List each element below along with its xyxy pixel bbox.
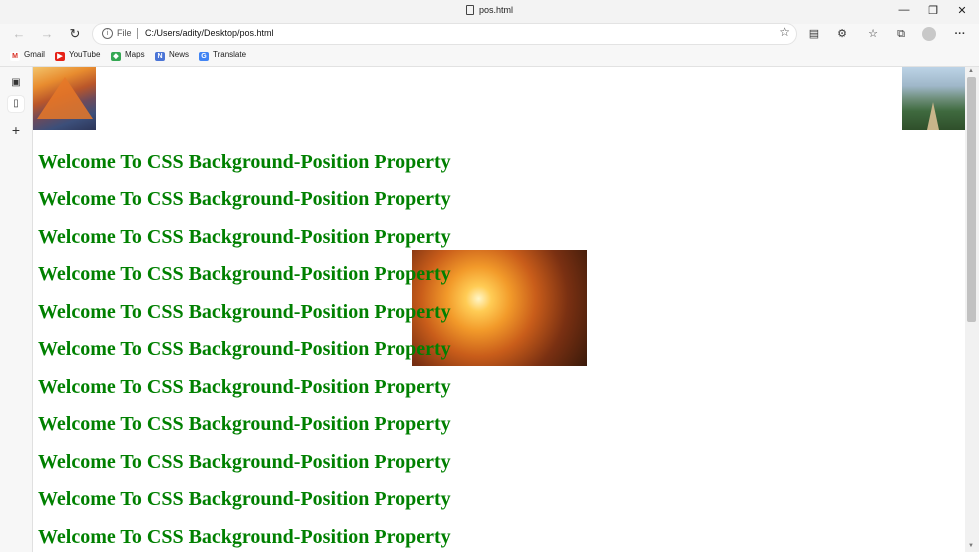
bookmark-youtube[interactable]: ▶ YouTube	[55, 50, 100, 61]
maps-icon: ◆	[111, 52, 121, 61]
url-text[interactable]: C:/Users/adity/Desktop/pos.html	[145, 28, 274, 38]
info-icon[interactable]: i	[102, 28, 113, 39]
page-heading: Welcome To CSS Background-Position Prope…	[38, 188, 451, 210]
mountain-image	[33, 67, 96, 130]
youtube-icon: ▶	[55, 52, 65, 61]
window-title: pos.html	[0, 5, 979, 15]
page-heading: Welcome To CSS Background-Position Prope…	[38, 413, 451, 435]
reading-mode-icon[interactable]: ▤	[806, 26, 822, 42]
page-heading: Welcome To CSS Background-Position Prope…	[38, 151, 451, 173]
bookmark-gmail[interactable]: M Gmail	[10, 50, 45, 61]
collections-icon[interactable]: ⧉	[893, 26, 909, 42]
document-icon	[465, 5, 474, 15]
page-heading: Welcome To CSS Background-Position Prope…	[38, 301, 451, 323]
scroll-down-arrow-icon[interactable]: ▼	[968, 543, 974, 549]
more-icon[interactable]: ···	[952, 26, 968, 42]
profile-icon[interactable]	[922, 27, 936, 41]
page-heading: Welcome To CSS Background-Position Prope…	[38, 226, 451, 248]
bookmark-news[interactable]: N News	[155, 50, 189, 61]
news-icon: N	[155, 52, 165, 61]
page-viewport: Welcome To CSS Background-Position Prope…	[33, 67, 965, 552]
tab-actions-icon[interactable]: ▣	[8, 75, 24, 91]
minimize-button[interactable]: —	[894, 4, 914, 16]
new-tab-button[interactable]: +	[8, 122, 24, 138]
page-heading: Welcome To CSS Background-Position Prope…	[38, 526, 451, 548]
page-heading: Welcome To CSS Background-Position Prope…	[38, 338, 451, 360]
forest-road-image	[902, 67, 965, 130]
current-tab-icon[interactable]: ▯	[8, 96, 24, 112]
bookmarks-bar: M Gmail ▶ YouTube ◆ Maps N News G Translate	[0, 46, 979, 67]
page-heading: Welcome To CSS Background-Position Prope…	[38, 376, 451, 398]
extensions-icon[interactable]: ⚙	[834, 26, 850, 42]
title-bar: pos.html — ❐ ✕	[0, 0, 979, 24]
scrollbar-thumb[interactable]	[967, 77, 976, 322]
add-favorite-icon[interactable]: ☆	[779, 25, 790, 39]
bookmark-maps[interactable]: ◆ Maps	[111, 50, 145, 61]
scheme-label: File	[117, 28, 132, 38]
maximize-button[interactable]: ❐	[923, 4, 943, 17]
vertical-tabs-sidebar: ▣ ▯ +	[0, 67, 33, 552]
address-divider	[137, 28, 138, 39]
page-heading: Welcome To CSS Background-Position Prope…	[38, 451, 451, 473]
vertical-scrollbar[interactable]: ▲ ▼	[965, 67, 979, 552]
address-bar[interactable]: i File C:/Users/adity/Desktop/pos.html ☆	[93, 24, 796, 44]
close-button[interactable]: ✕	[952, 4, 972, 17]
forward-button[interactable]: →	[37, 24, 57, 44]
page-heading: Welcome To CSS Background-Position Prope…	[38, 488, 451, 510]
refresh-button[interactable]: ↻	[65, 24, 85, 44]
bookmark-translate[interactable]: G Translate	[199, 50, 246, 61]
scroll-up-arrow-icon[interactable]: ▲	[968, 68, 974, 74]
gmail-icon: M	[10, 52, 20, 61]
translate-icon: G	[199, 52, 209, 61]
page-heading: Welcome To CSS Background-Position Prope…	[38, 263, 451, 285]
favorites-icon[interactable]: ☆	[865, 26, 881, 42]
back-button[interactable]: ←	[9, 24, 29, 44]
